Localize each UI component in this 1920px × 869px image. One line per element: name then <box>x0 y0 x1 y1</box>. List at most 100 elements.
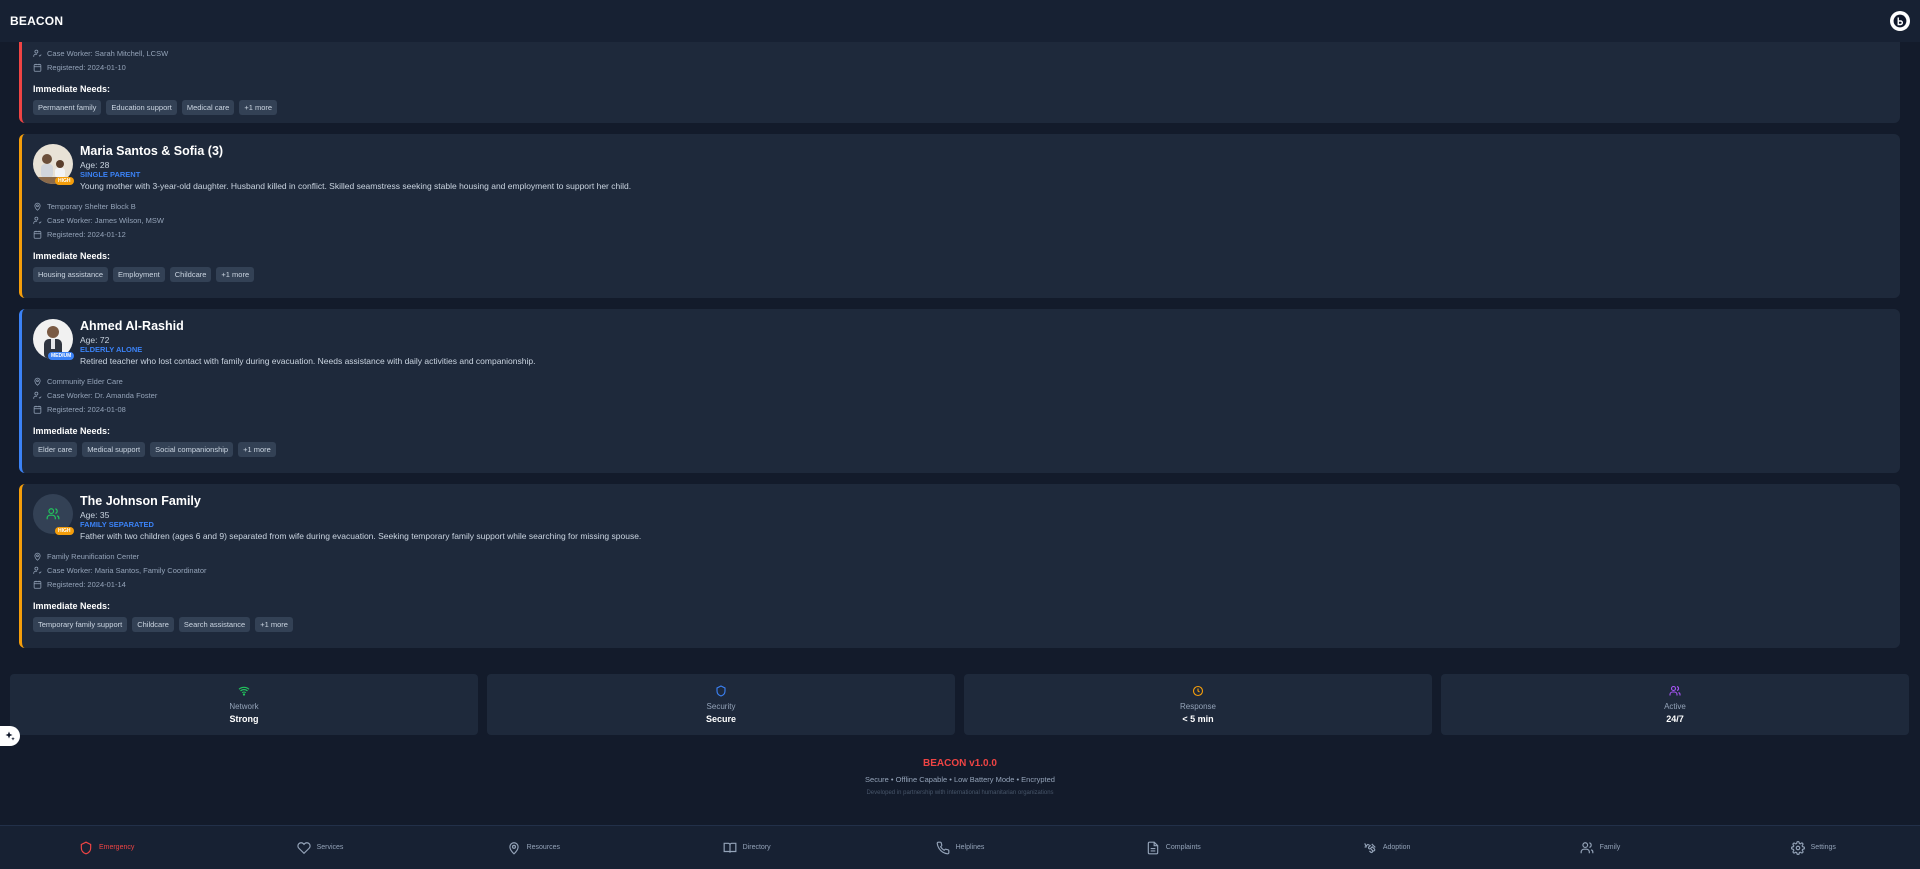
needs-tags: Temporary family support Childcare Searc… <box>33 617 1889 632</box>
needs-title: Immediate Needs: <box>33 251 111 261</box>
status-value: Secure <box>705 714 737 724</box>
nav-services[interactable]: Services <box>213 826 426 869</box>
more-tags[interactable]: +1 more <box>255 617 293 632</box>
map-pin-icon <box>34 552 41 561</box>
calendar-icon <box>33 63 42 72</box>
book-open-icon <box>723 842 737 853</box>
registered-row: Registered: 2024-01-08 <box>33 402 1889 416</box>
case-category: FAMILY SEPARATED <box>80 520 154 529</box>
case-location: Family Reunification Center <box>47 551 140 561</box>
location-row: Community Elder Care <box>33 374 1889 388</box>
user-check-icon <box>33 391 42 399</box>
more-tags[interactable]: +1 more <box>239 100 278 115</box>
need-tag: Employment <box>113 267 165 282</box>
nav-label: Services <box>316 844 344 851</box>
case-age: Age: 28 <box>80 160 110 170</box>
need-tag: Temporary family support <box>33 617 128 632</box>
user-check-icon <box>33 49 42 57</box>
status-network: Network Strong <box>10 674 478 735</box>
status-label: Response <box>1179 702 1217 711</box>
registered-date: Registered: 2024-01-12 <box>47 229 126 239</box>
nav-label: Helplines <box>955 844 985 851</box>
status-security: Security Secure <box>487 674 955 735</box>
need-tag: Education support <box>106 100 177 115</box>
file-text-icon <box>1147 841 1159 854</box>
shield-icon <box>716 685 726 697</box>
case-location: Temporary Shelter Block B <box>47 201 136 211</box>
registered-date: Registered: 2024-01-14 <box>47 579 126 589</box>
case-worker-row: Case Worker: Maria Santos, Family Coordi… <box>33 563 1889 577</box>
needs-tags: Elder care Medical support Social compan… <box>33 442 1889 457</box>
more-tags[interactable]: +1 more <box>238 442 276 457</box>
users-icon <box>46 508 60 520</box>
case-age: Age: 35 <box>80 510 110 520</box>
priority-badge: MEDIUM <box>48 352 75 360</box>
nav-helplines[interactable]: Helplines <box>853 826 1066 869</box>
profile-button[interactable] <box>1890 11 1910 31</box>
status-active: Active 24/7 <box>1441 674 1909 735</box>
nav-adoption[interactable]: Adoption <box>1280 826 1493 869</box>
more-tags[interactable]: +1 more <box>216 267 255 282</box>
nav-complaints[interactable]: Complaints <box>1067 826 1280 869</box>
need-tag: Housing assistance <box>33 267 109 282</box>
case-worker: Case Worker: Sarah Mitchell, LCSW <box>47 48 169 58</box>
phone-icon <box>936 841 949 854</box>
nav-emergency[interactable]: Emergency <box>0 826 213 869</box>
users-icon <box>1580 841 1594 853</box>
nav-directory[interactable]: Directory <box>640 826 853 869</box>
nav-label: Family <box>1599 844 1621 851</box>
map-pin-icon <box>508 841 519 855</box>
clock-icon <box>1192 685 1204 697</box>
status-value: < 5 min <box>1182 714 1214 724</box>
case-card[interactable]: HIGH Maria Santos & Sofia (3) Age: 28 SI… <box>19 134 1900 298</box>
need-tag: Elder care <box>33 442 78 457</box>
case-card[interactable]: MEDIUM Ahmed Al-Rashid Age: 72 ELDERLY A… <box>19 309 1900 473</box>
needs-tags: Permanent family Education support Medic… <box>33 100 1889 115</box>
partnership-note: Developed in partnership with internatio… <box>866 790 1054 796</box>
nav-resources[interactable]: Resources <box>427 826 640 869</box>
bottom-nav: Emergency Services Resources Directory H… <box>0 825 1920 869</box>
need-tag: Medical care <box>181 100 235 115</box>
case-worker: Case Worker: James Wilson, MSW <box>47 215 164 225</box>
nav-settings[interactable]: Settings <box>1707 826 1920 869</box>
case-worker: Case Worker: Dr. Amanda Foster <box>47 390 158 400</box>
status-response: Response < 5 min <box>964 674 1432 735</box>
registered-row: Registered: 2024-01-10 <box>33 60 1889 74</box>
status-label: Active <box>1664 702 1686 711</box>
location-row: Family Reunification Center <box>33 549 1889 563</box>
calendar-icon <box>33 580 42 589</box>
need-tag: Permanent family <box>33 100 102 115</box>
beacon-logo-icon <box>1893 14 1907 28</box>
case-location: Community Elder Care <box>47 376 123 386</box>
status-value: 24/7 <box>1666 714 1684 724</box>
nav-family[interactable]: Family <box>1493 826 1706 869</box>
case-description: Father with two children (ages 6 and 9) … <box>80 531 642 541</box>
app-title: BEACON <box>10 14 64 28</box>
case-worker-row: Case Worker: Dr. Amanda Foster <box>33 388 1889 402</box>
heart-icon <box>296 841 311 854</box>
status-label: Security <box>706 702 736 711</box>
nav-label: Resources <box>526 844 561 851</box>
user-check-icon <box>33 216 42 224</box>
wifi-icon <box>238 686 250 696</box>
need-tag: Childcare <box>132 617 174 632</box>
handshake-icon <box>1364 842 1376 853</box>
need-tag: Medical support <box>82 442 146 457</box>
registered-date: Registered: 2024-01-10 <box>47 62 126 72</box>
location-row: Temporary Shelter Block B <box>33 199 1889 213</box>
case-description: Young mother with 3-year-old daughter. H… <box>80 181 632 191</box>
status-value: Strong <box>229 714 259 724</box>
case-name: The Johnson Family <box>80 494 201 508</box>
case-description: Retired teacher who lost contact with fa… <box>80 356 536 366</box>
ai-assistant-button[interactable] <box>0 726 20 746</box>
shield-icon <box>80 841 92 854</box>
sparkles-icon <box>5 731 15 741</box>
avatar: MEDIUM <box>33 319 75 360</box>
case-card[interactable]: HIGH The Johnson Family Age: 35 FAMILY S… <box>19 484 1900 648</box>
nav-label: Adoption <box>1382 844 1411 851</box>
user-check-icon <box>33 566 42 574</box>
map-pin-icon <box>34 202 41 211</box>
gear-icon <box>1790 840 1805 855</box>
case-name: Ahmed Al-Rashid <box>80 319 184 333</box>
top-bar: BEACON <box>0 0 1920 42</box>
